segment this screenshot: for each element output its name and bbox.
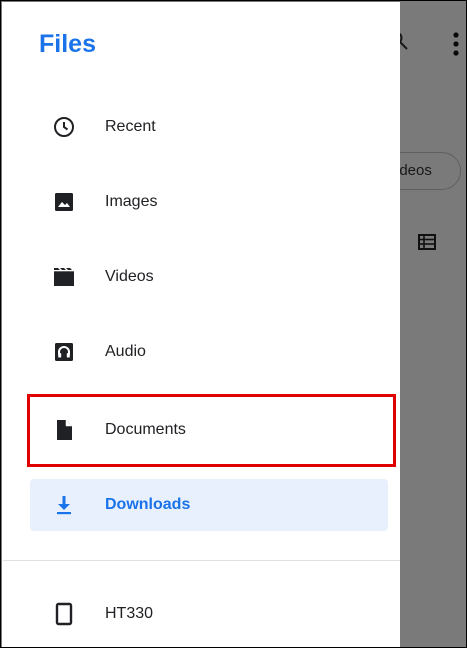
nav-label-device: HT330	[105, 605, 154, 622]
download-icon	[52, 493, 76, 517]
drawer-title: Files	[39, 30, 96, 58]
video-icon	[52, 265, 76, 289]
navigation-drawer: Files Recent Images Videos Audio Documen…	[2, 2, 400, 647]
drawer-divider	[3, 560, 400, 561]
nav-label-images: Images	[105, 193, 158, 210]
phone-icon	[52, 602, 76, 626]
clock-icon	[52, 115, 76, 139]
nav-item-audio[interactable]: Audio	[30, 326, 388, 378]
nav-label-downloads: Downloads	[105, 496, 191, 513]
nav-item-device-ht330[interactable]: HT330	[30, 588, 388, 640]
nav-item-videos[interactable]: Videos	[30, 251, 388, 303]
screen-frame: ideos Files Recent	[0, 0, 467, 648]
audio-icon	[52, 340, 76, 364]
nav-label-recent: Recent	[105, 118, 156, 135]
nav-label-videos: Videos	[105, 268, 154, 285]
nav-item-downloads[interactable]: Downloads	[30, 479, 388, 531]
nav-item-recent[interactable]: Recent	[30, 101, 388, 153]
nav-label-audio: Audio	[105, 343, 146, 360]
nav-item-images[interactable]: Images	[30, 176, 388, 228]
documents-highlight-box	[27, 394, 396, 467]
image-icon	[52, 190, 76, 214]
